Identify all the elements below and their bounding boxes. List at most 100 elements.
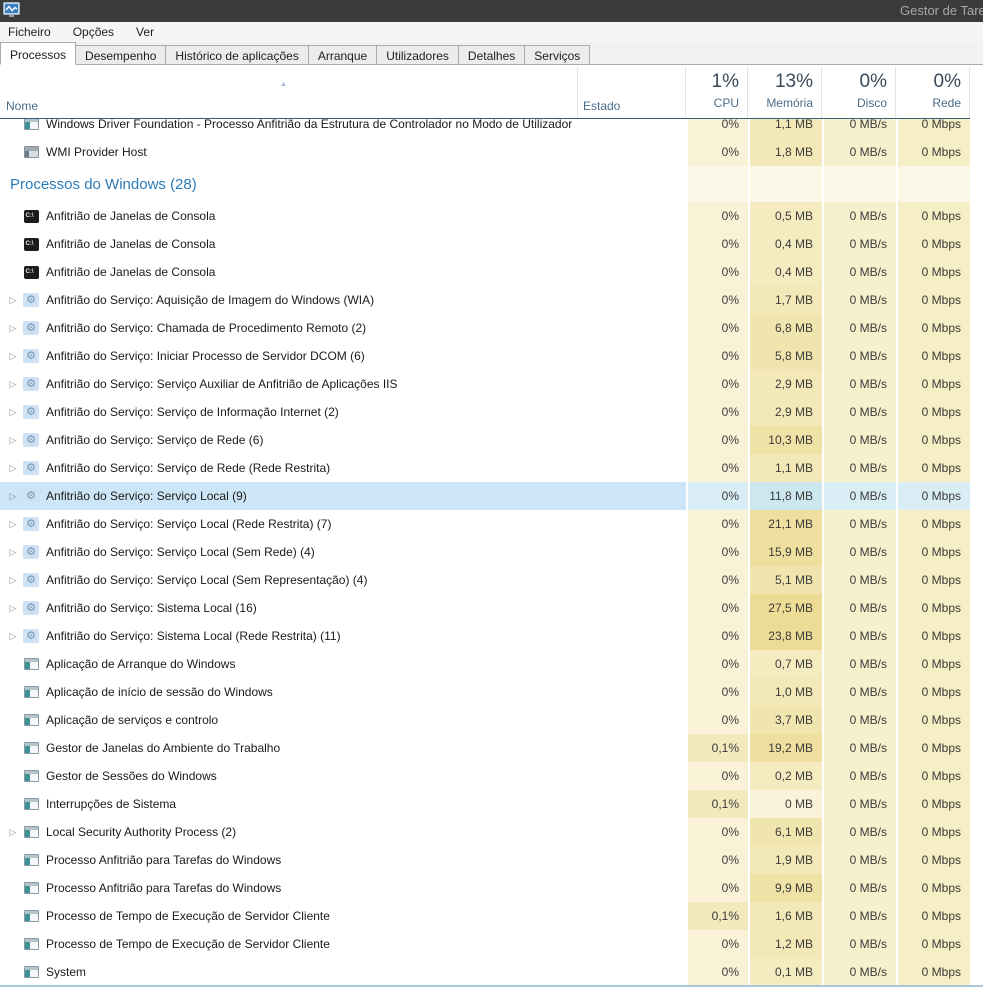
status-cell [578,398,686,426]
network-cell: 0 Mbps [896,398,970,426]
exe-icon [22,910,40,922]
name-cell: Anfitrião de Janelas de Consola [0,258,578,286]
expander-icon[interactable]: ▷ [4,548,22,557]
tab-servicos[interactable]: Serviços [525,45,590,65]
column-name[interactable]: Nome [6,99,38,113]
tab-utilizadores[interactable]: Utilizadores [377,45,459,65]
gear-icon-glyph [23,601,39,615]
process-row[interactable]: ▷Anfitrião do Serviço: Serviço Local (Se… [0,566,983,594]
process-row[interactable]: Aplicação de serviços e controlo0%3,7 MB… [0,706,983,734]
process-row[interactable]: System0%0,1 MB0 MB/s0 Mbps [0,958,983,986]
cpu-cell: 0% [686,678,748,706]
expander-icon[interactable]: ▷ [4,380,22,389]
process-name: Anfitrião do Serviço: Serviço Local (9) [46,489,247,503]
network-cell: 0 Mbps [896,230,970,258]
menu-ficheiro[interactable]: Ficheiro [0,23,62,41]
process-row[interactable]: Anfitrião de Janelas de Consola0%0,4 MB0… [0,230,983,258]
tab-historico-de-aplicacoes[interactable]: Histórico de aplicações [166,45,308,65]
process-row[interactable]: Interrupções de Sistema0,1%0 MB0 MB/s0 M… [0,790,983,818]
process-row[interactable]: Aplicação de Arranque do Windows0%0,7 MB… [0,650,983,678]
process-row[interactable]: Processo Anfitrião para Tarefas do Windo… [0,874,983,902]
expander-icon[interactable]: ▷ [4,492,22,501]
column-cpu[interactable]: 1% CPU [686,65,739,119]
process-row[interactable]: ▷Anfitrião do Serviço: Serviço Local (Se… [0,538,983,566]
process-row[interactable]: Gestor de Sessões do Windows0%0,2 MB0 MB… [0,762,983,790]
column-status[interactable]: Estado [583,99,620,113]
process-row[interactable]: ▷Anfitrião do Serviço: Serviço Auxiliar … [0,370,983,398]
process-row[interactable]: Gestor de Janelas do Ambiente do Trabalh… [0,734,983,762]
row-right-gutter [970,622,983,650]
process-name: Aplicação de Arranque do Windows [46,657,235,671]
cpu-cell: 0% [686,846,748,874]
expander-icon[interactable]: ▷ [4,408,22,417]
exe-icon [22,966,40,978]
tab-detalhes[interactable]: Detalhes [459,45,525,65]
process-row[interactable]: ▷Anfitrião do Serviço: Sistema Local (16… [0,594,983,622]
disk-cell: 0 MB/s [822,482,896,510]
process-row[interactable]: Processo de Tempo de Execução de Servido… [0,930,983,958]
row-right-gutter [970,314,983,342]
process-row[interactable]: Processo de Tempo de Execução de Servido… [0,902,983,930]
process-row[interactable]: Anfitrião de Janelas de Consola0%0,4 MB0… [0,258,983,286]
cpu-cell: 0% [686,258,748,286]
cpu-cell: 0% [686,370,748,398]
process-row[interactable]: ▷Anfitrião do Serviço: Serviço de Rede (… [0,426,983,454]
process-row[interactable]: ▷Anfitrião do Serviço: Chamada de Proced… [0,314,983,342]
status-cell [578,370,686,398]
process-row[interactable]: ▷Anfitrião do Serviço: Serviço de Rede (… [0,454,983,482]
expander-icon[interactable]: ▷ [4,352,22,361]
column-disk[interactable]: 0% Disco [822,65,887,119]
gear-icon-glyph [23,517,39,531]
expander-icon[interactable]: ▷ [4,632,22,641]
status-cell [578,314,686,342]
process-row[interactable]: ▷Anfitrião do Serviço: Sistema Local (Re… [0,622,983,650]
memory-cell: 1,7 MB [748,286,822,314]
process-name: Processo Anfitrião para Tarefas do Windo… [46,881,281,895]
process-row[interactable]: ▷ Anfitrião do Serviço: Serviço Local (9)… [0,482,983,510]
process-name: Anfitrião do Serviço: Iniciar Processo d… [46,349,365,363]
group-header-row[interactable]: Processos do Windows (28) [0,166,983,202]
expander-icon[interactable]: ▷ [4,576,22,585]
process-row[interactable]: ▷ Anfitrião do Serviço: Iniciar Processo … [0,342,983,370]
process-row[interactable]: ▷Local Security Authority Process (2)0%6… [0,818,983,846]
gear-icon-glyph [23,349,39,363]
gear-icon [22,517,40,531]
process-name: Local Security Authority Process (2) [46,825,236,839]
disk-cell: 0 MB/s [822,370,896,398]
column-network[interactable]: 0% Rede [896,65,961,119]
sort-ascending-icon: ▲ [280,81,287,88]
expander-icon[interactable]: ▷ [4,296,22,305]
process-row[interactable]: Anfitrião de Janelas de Consola0%0,5 MB0… [0,202,983,230]
menu-bar: Ficheiro Opções Ver [0,22,983,42]
name-cell: ▷Anfitrião do Serviço: Sistema Local (Re… [0,622,578,650]
expander-icon[interactable]: ▷ [4,324,22,333]
expander-icon[interactable]: ▷ [4,604,22,613]
menu-opcoes[interactable]: Opções [62,23,125,41]
process-row[interactable]: Processo Anfitrião para Tarefas do Windo… [0,846,983,874]
disk-total-pct: 0% [822,71,887,93]
tab-desempenho[interactable]: Desempenho [76,45,166,65]
tab-arranque[interactable]: Arranque [309,45,377,65]
row-right-gutter [970,734,983,762]
expander-icon[interactable]: ▷ [4,436,22,445]
expander-icon[interactable]: ▷ [4,520,22,529]
cpu-cell: 0% [686,650,748,678]
title-bar[interactable]: Gestor de Tarefas [0,0,983,22]
gear-icon [22,377,40,391]
window-bottom-edge [0,985,983,987]
status-cell [578,230,686,258]
expander-icon[interactable]: ▷ [4,464,22,473]
memory-cell: 3,7 MB [748,706,822,734]
row-right-gutter [970,958,983,986]
disk-cell: 0 MB/s [822,706,896,734]
process-row[interactable]: ▷Anfitrião do Serviço: Aquisição de Imag… [0,286,983,314]
menu-ver[interactable]: Ver [125,23,165,41]
process-row[interactable]: ▷Anfitrião do Serviço: Serviço de Inform… [0,398,983,426]
process-row[interactable]: WMI Provider Host0%1,8 MB0 MB/s0 Mbps [0,138,983,166]
memory-cell [748,166,822,202]
process-row[interactable]: ▷Anfitrião do Serviço: Serviço Local (Re… [0,510,983,538]
process-row[interactable]: Aplicação de início de sessão do Windows… [0,678,983,706]
column-memory[interactable]: 13% Memória [748,65,813,119]
tab-processos[interactable]: Processos [0,42,76,65]
expander-icon[interactable]: ▷ [4,828,22,837]
